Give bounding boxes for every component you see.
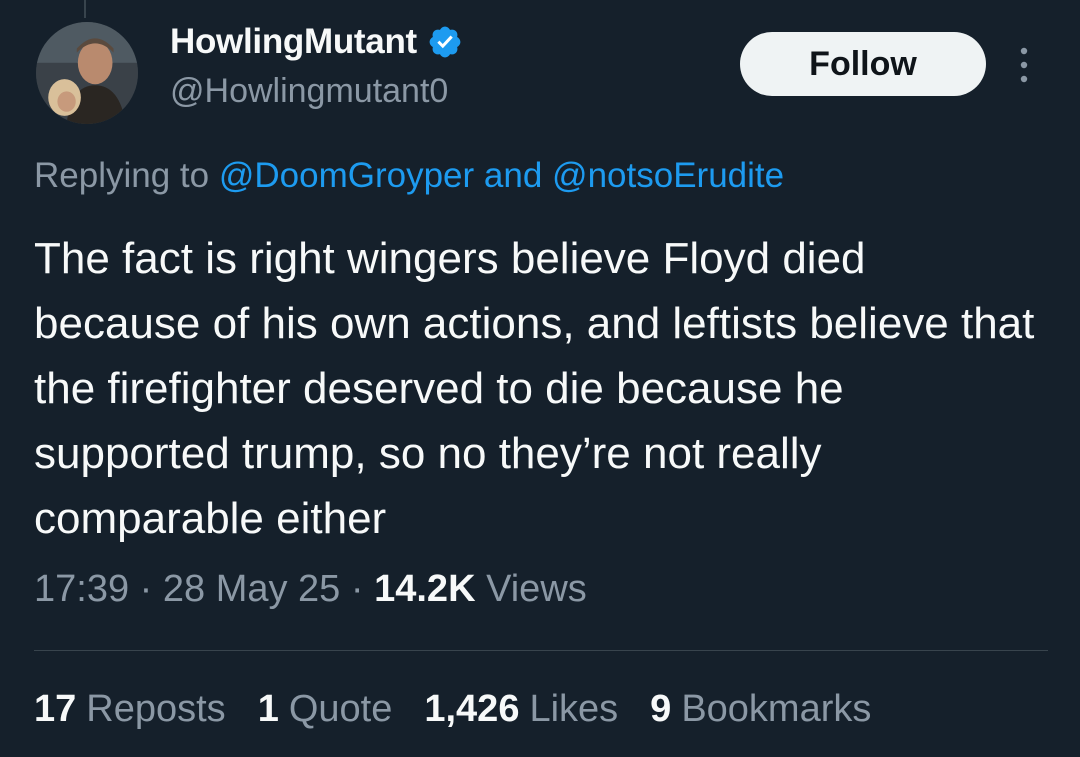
bookmarks-count: 9 (650, 688, 672, 730)
views-count: 14.2K (374, 568, 476, 610)
meta-separator: · (350, 568, 364, 610)
likes-count: 1,426 (424, 688, 520, 730)
tweet-meta: 17:39 · 28 May 25 · 14.2K Views (34, 568, 587, 611)
profile-photo (36, 22, 138, 124)
likes-stat[interactable]: 1,426 Likes (424, 688, 618, 731)
replying-to-line: Replying to @DoomGroyper and @notsoErudi… (34, 156, 784, 196)
likes-label: Likes (529, 688, 619, 730)
mention-link[interactable]: @notsoErudite (552, 156, 784, 195)
author-name-row: HowlingMutant (170, 22, 463, 62)
bookmarks-stat[interactable]: 9 Bookmarks (650, 688, 871, 731)
views-label: Views (486, 568, 587, 610)
verified-badge-icon[interactable] (427, 24, 463, 60)
meta-separator: · (139, 568, 153, 610)
tweet-time[interactable]: 17:39 (34, 568, 129, 610)
reposts-count: 17 (34, 688, 77, 730)
replying-to-label: Replying to (34, 156, 210, 195)
follow-button[interactable]: Follow (740, 32, 986, 96)
author-display-name[interactable]: HowlingMutant (170, 22, 417, 62)
reposts-stat[interactable]: 17 Reposts (34, 688, 226, 731)
tweet-text: The fact is right wingers believe Floyd … (34, 234, 1035, 543)
mention-conjunction: and (483, 156, 543, 195)
avatar[interactable] (36, 22, 138, 124)
thread-connector-line (84, 0, 86, 18)
quotes-label: Quote (288, 688, 393, 730)
engagement-stats: 17 Reposts 1 Quote 1,426 Likes 9 Bookmarks (34, 688, 871, 731)
quotes-count: 1 (257, 688, 279, 730)
author-handle[interactable]: @Howlingmutant0 (170, 72, 448, 111)
bookmarks-label: Bookmarks (681, 688, 872, 730)
mention-link[interactable]: @DoomGroyper (219, 156, 474, 195)
more-vertical-icon[interactable] (1012, 44, 1036, 86)
tweet-date[interactable]: 28 May 25 (163, 568, 340, 610)
quotes-stat[interactable]: 1 Quote (258, 688, 393, 731)
divider (34, 650, 1048, 651)
reposts-label: Reposts (86, 688, 226, 730)
